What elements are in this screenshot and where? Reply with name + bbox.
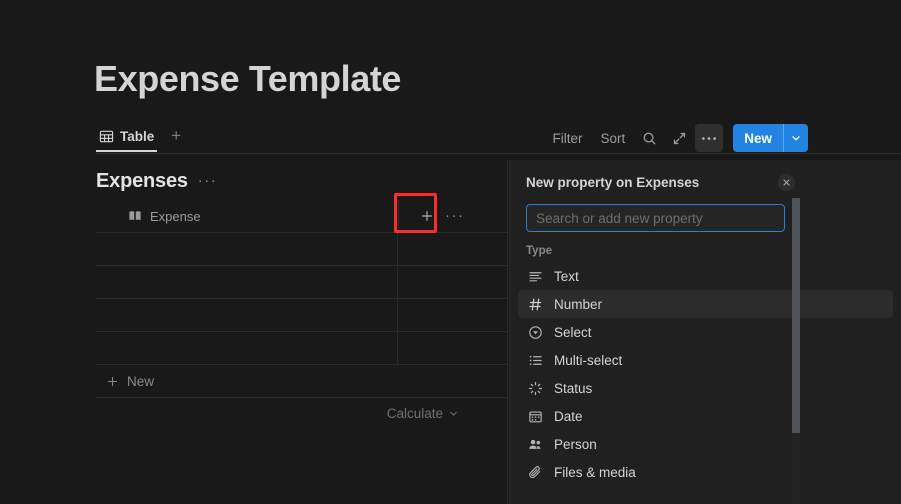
tab-table[interactable]: Table [96,122,158,152]
search-field-wrap [510,204,901,232]
sort-button[interactable]: Sort [592,126,633,151]
chevron-down-icon[interactable] [784,124,808,152]
column-header-expense[interactable]: Expense [96,200,398,232]
type-section-label: Type [526,245,552,257]
column-add-area: ··· [398,200,465,232]
table-row[interactable] [96,233,507,266]
tab-table-label: Table [120,128,155,144]
database-table: Expenses ··· Expense ··· New Calculate [96,160,508,504]
type-option-text[interactable]: Text [518,262,893,290]
new-row-label: New [127,373,155,389]
new-property-panel: New property on Expenses Type Text [509,160,901,504]
table-icon [99,129,114,144]
select-circle-icon [526,325,544,340]
property-type-list: Text Number Select Multi-select Status D… [510,262,901,486]
type-option-select[interactable]: Select [518,318,893,346]
people-icon [526,437,544,452]
status-spinner-icon [526,381,544,396]
type-option-person[interactable]: Person [518,430,893,458]
calculate-label: Calculate [386,406,443,421]
panel-header: New property on Expenses [510,160,901,204]
search-property-input[interactable] [526,204,785,232]
type-option-multi-select[interactable]: Multi-select [518,346,893,374]
view-tabs: Table + [96,122,183,152]
table-grid: Expense ··· New Calculate [96,200,507,429]
view-actions: Filter Sort New [544,122,808,154]
app-root: Expense Template Table + Filter Sort New… [0,0,901,504]
new-row-button[interactable]: New [96,365,507,398]
calendar-icon [526,409,544,424]
panel-scrollbar-thumb[interactable] [792,198,800,433]
type-option-files-media[interactable]: Files & media [518,458,893,486]
table-cell-expense[interactable] [96,266,397,298]
table-cell-empty[interactable] [397,266,507,298]
toolbar-divider [96,153,901,154]
ellipsis-icon[interactable] [695,124,724,152]
type-option-status-label: Status [554,380,593,396]
type-option-date-label: Date [554,408,583,424]
type-option-status[interactable]: Status [518,374,893,402]
type-option-person-label: Person [554,436,597,452]
table-cell-expense[interactable] [96,299,397,331]
book-icon [128,209,142,223]
type-option-multi-select-label: Multi-select [554,352,623,368]
database-more-button[interactable]: ··· [198,173,218,188]
new-button-label: New [744,130,772,146]
table-cell-empty[interactable] [397,332,507,364]
filter-button[interactable]: Filter [544,126,590,151]
list-icon [526,353,544,368]
type-option-select-label: Select [554,324,592,340]
column-header-expense-label: Expense [150,208,201,224]
database-title-row: Expenses ··· [96,160,507,194]
type-option-number[interactable]: Number [518,290,893,318]
table-header-row: Expense ··· [96,200,507,233]
hash-icon [526,297,544,312]
expand-collapse-icon[interactable] [665,124,693,152]
table-row[interactable] [96,266,507,299]
new-button[interactable]: New [733,124,808,152]
plus-icon [106,375,119,388]
type-option-date[interactable]: Date [518,402,893,430]
paperclip-icon [526,465,544,480]
view-toolbar: Table + Filter Sort New [96,122,901,154]
page-title: Expense Template [94,58,402,99]
type-option-number-label: Number [554,296,603,312]
column-more-button[interactable]: ··· [445,208,465,223]
chevron-down-icon [448,408,459,419]
close-icon[interactable] [778,174,795,191]
calculate-button[interactable]: Calculate [96,398,507,429]
add-view-button[interactable]: + [169,127,183,147]
database-title: Expenses [96,169,188,192]
type-option-text-label: Text [554,268,579,284]
table-row[interactable] [96,299,507,332]
table-cell-empty[interactable] [397,299,507,331]
table-cell-expense[interactable] [96,332,397,364]
search-icon[interactable] [635,124,663,152]
text-lines-icon [526,269,544,284]
add-property-button[interactable] [413,203,441,229]
table-row[interactable] [96,332,507,365]
type-option-files-media-label: Files & media [554,464,636,480]
panel-title: New property on Expenses [526,174,700,190]
table-cell-expense[interactable] [96,233,397,265]
table-cell-empty[interactable] [397,233,507,265]
